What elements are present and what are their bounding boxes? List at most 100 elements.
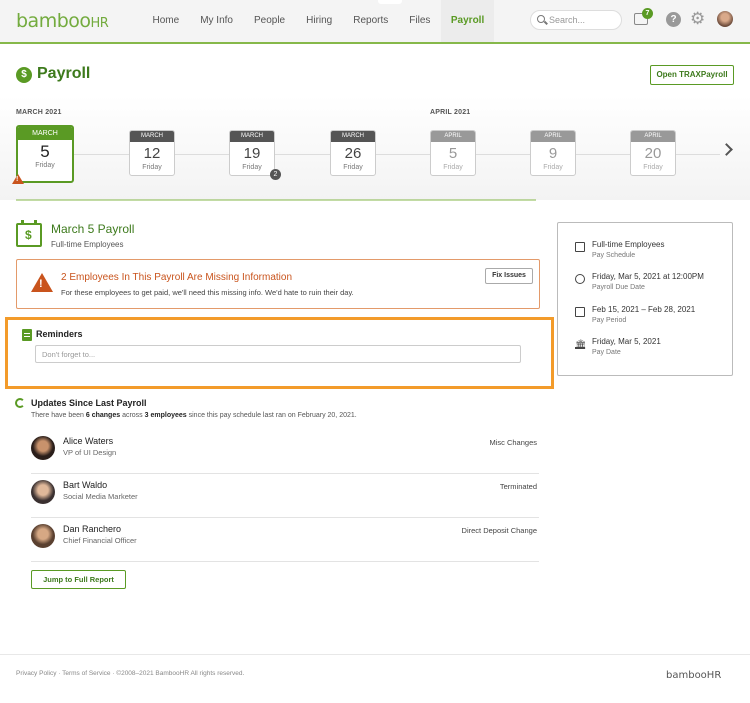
nav-files[interactable]: Files xyxy=(399,0,441,42)
cal-weekday: Friday xyxy=(543,164,563,171)
user-avatar[interactable] xyxy=(717,11,733,27)
bank-icon: 🏛 xyxy=(575,339,587,349)
cal-month: MARCH xyxy=(130,131,174,142)
calendar-icon xyxy=(575,242,585,252)
reminder-input[interactable] xyxy=(35,345,521,363)
page-title: Payroll xyxy=(37,65,91,82)
cal-day: 9 xyxy=(548,145,558,162)
nav-people[interactable]: People xyxy=(243,0,295,42)
cal-weekday: Friday xyxy=(242,164,262,171)
help-icon[interactable]: ? xyxy=(666,12,681,27)
missing-info-alert: ! 2 Employees In This Payroll Are Missin… xyxy=(16,259,540,309)
footer-divider xyxy=(0,654,750,655)
employee-row[interactable]: Dan Ranchero Chief Financial Officer Dir… xyxy=(31,518,539,562)
cal-day: 20 xyxy=(644,145,662,162)
cal-day: 5 xyxy=(448,145,458,162)
employee-row[interactable]: Bart Waldo Social Media Marketer Termina… xyxy=(31,474,539,518)
cal-weekday: Friday xyxy=(35,162,55,169)
alert-title: 2 Employees In This Payroll Are Missing … xyxy=(61,272,293,283)
cal-month: APRIL xyxy=(531,131,575,142)
footer-links[interactable]: Privacy Policy · Terms of Service · ©200… xyxy=(16,670,244,677)
pay-date-march-5[interactable]: MARCH 5 Friday xyxy=(16,125,74,183)
reminders-title: Reminders xyxy=(36,329,83,339)
summary-title: Friday, Mar 5, 2021 xyxy=(592,337,661,346)
pay-date-april-9[interactable]: APRIL 9 Friday xyxy=(530,130,576,176)
section-divider xyxy=(16,199,536,201)
cal-month: APRIL xyxy=(631,131,675,142)
avatar xyxy=(31,436,55,460)
nav-my-info[interactable]: My Info xyxy=(190,0,244,42)
changes-count-badge: 2 xyxy=(270,169,281,180)
pay-date-april-20[interactable]: APRIL 20 Friday xyxy=(630,130,676,176)
top-nav-bar: bambooHR 1 Home My Info People Hiring Re… xyxy=(0,0,750,44)
summary-title: Friday, Mar 5, 2021 at 12:00PM xyxy=(592,272,704,281)
cal-day: 26 xyxy=(344,145,362,162)
cal-month: MARCH xyxy=(331,131,375,142)
jump-to-full-report-button[interactable]: Jump to Full Report xyxy=(31,570,126,589)
warning-icon: ! xyxy=(12,174,24,184)
fix-issues-button[interactable]: Fix Issues xyxy=(485,268,533,284)
bamboohr-logo[interactable]: bambooHR xyxy=(16,10,109,32)
clock-icon xyxy=(575,274,585,284)
main-nav: Home My Info People Hiring Reports Files… xyxy=(142,0,495,42)
employee-name[interactable]: Bart Waldo xyxy=(63,480,107,490)
pay-date-march-12[interactable]: MARCH 12 Friday xyxy=(129,130,175,176)
cal-day: 5 xyxy=(40,142,50,161)
inbox-badge: 7 xyxy=(642,8,653,19)
employee-name[interactable]: Dan Ranchero xyxy=(63,524,121,534)
nav-reports[interactable]: Reports xyxy=(343,0,399,42)
employee-role: Social Media Marketer xyxy=(63,492,138,501)
employee-role: Chief Financial Officer xyxy=(63,536,137,545)
cal-day: 19 xyxy=(243,145,261,162)
payroll-subtitle: Full-time Employees xyxy=(51,240,124,249)
payroll-title: March 5 Payroll xyxy=(51,222,135,236)
cal-weekday: Friday xyxy=(443,164,463,171)
updates-text: There have been 6 changes across 3 emplo… xyxy=(31,412,357,419)
avatar xyxy=(31,480,55,504)
month-label-april: APRIL 2021 xyxy=(430,109,471,116)
summary-sub: Pay Date xyxy=(592,349,621,356)
summary-title: Feb 15, 2021 – Feb 28, 2021 xyxy=(592,305,696,314)
warning-icon: ! xyxy=(31,273,53,292)
summary-title: Full-time Employees xyxy=(592,240,665,249)
change-type: Terminated xyxy=(499,482,537,491)
reminders-panel: Reminders xyxy=(5,317,554,389)
calendar-range-icon xyxy=(575,307,585,317)
employee-role: VP of UI Design xyxy=(63,448,117,457)
search-input[interactable]: Search... xyxy=(530,10,622,30)
cal-weekday: Friday xyxy=(343,164,363,171)
cal-month: APRIL xyxy=(431,131,475,142)
alert-text: For these employees to get paid, we'll n… xyxy=(61,288,354,297)
summary-sub: Pay Period xyxy=(592,317,627,324)
search-placeholder: Search... xyxy=(549,15,586,25)
refresh-icon xyxy=(15,398,25,408)
cal-day: 12 xyxy=(143,145,161,162)
change-type: Misc Changes xyxy=(489,438,537,447)
pay-date-april-5[interactable]: APRIL 5 Friday xyxy=(430,130,476,176)
cal-month: MARCH xyxy=(230,131,274,142)
month-label-march: MARCH 2021 xyxy=(16,109,62,116)
cal-month: MARCH xyxy=(18,127,72,140)
footer-logo: bambooHR xyxy=(666,670,722,681)
change-type: Direct Deposit Change xyxy=(461,526,537,535)
nav-home[interactable]: Home xyxy=(142,0,190,42)
updates-title: Updates Since Last Payroll xyxy=(31,398,147,408)
payroll-calendar-icon: $ xyxy=(16,220,42,247)
cal-weekday: Friday xyxy=(643,164,663,171)
pay-date-march-26[interactable]: MARCH 26 Friday xyxy=(330,130,376,176)
cal-weekday: Friday xyxy=(142,164,162,171)
summary-sub: Payroll Due Date xyxy=(592,284,645,291)
open-traxpayroll-button[interactable]: Open TRAXPayroll xyxy=(650,65,734,85)
avatar xyxy=(31,524,55,548)
employee-name[interactable]: Alice Waters xyxy=(63,436,113,446)
nav-hiring[interactable]: Hiring xyxy=(296,0,343,42)
payroll-dollar-icon: $ xyxy=(16,67,32,83)
employee-row[interactable]: Alice Waters VP of UI Design Misc Change… xyxy=(31,430,539,474)
summary-sub: Pay Schedule xyxy=(592,252,636,259)
notepad-icon xyxy=(22,329,32,341)
gear-icon[interactable]: ⚙ xyxy=(690,10,705,28)
search-icon xyxy=(537,15,545,23)
pay-schedule-summary: Full-time Employees Pay Schedule Friday,… xyxy=(557,222,733,376)
pay-date-march-19[interactable]: MARCH 19 Friday xyxy=(229,130,275,176)
nav-payroll[interactable]: Payroll xyxy=(440,0,495,42)
